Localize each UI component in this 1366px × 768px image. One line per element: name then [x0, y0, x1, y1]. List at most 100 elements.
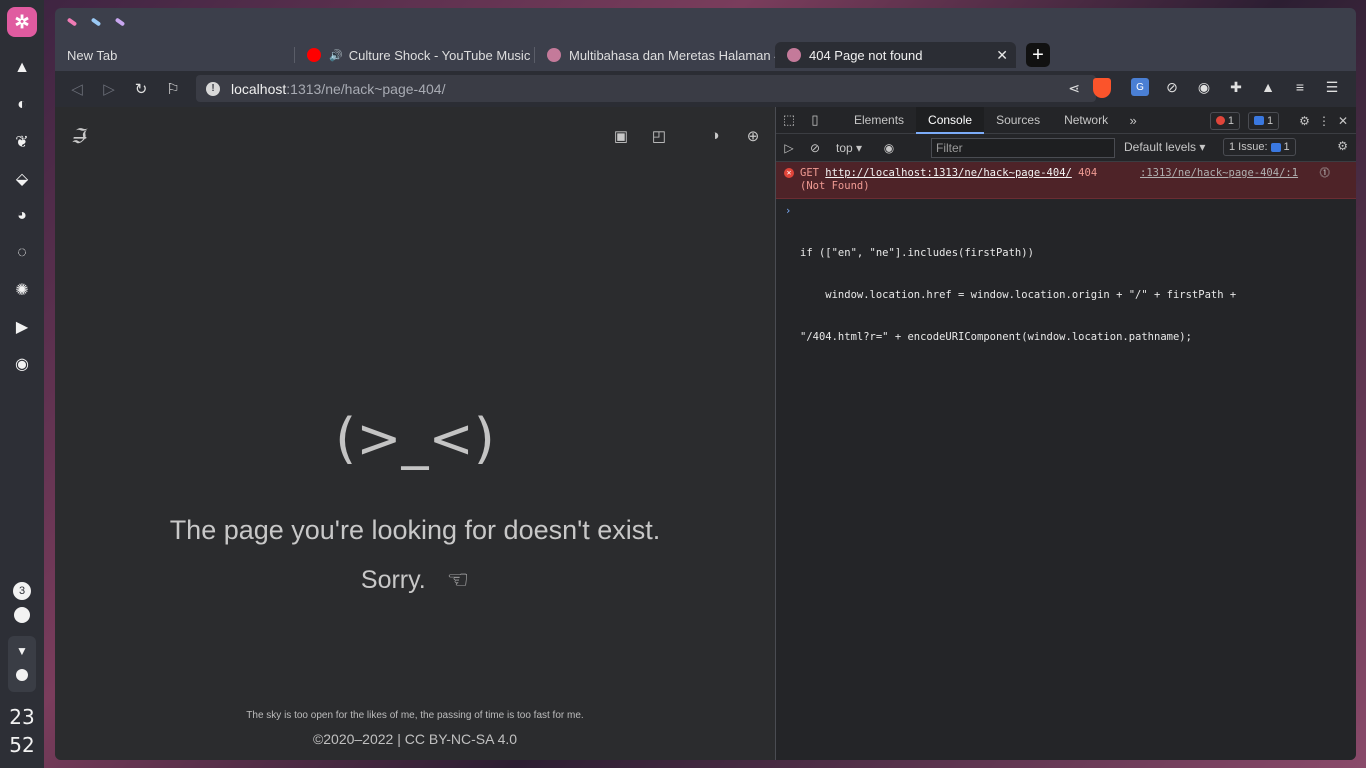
error-source-link[interactable]: :1313/ne/hack~page-404/:1 — [1140, 167, 1298, 180]
toggle-icon[interactable]: ◐ — [11, 94, 33, 116]
aperture-icon[interactable]: ✺ — [11, 279, 33, 301]
volume-icon[interactable] — [16, 669, 28, 681]
wifi-icon[interactable]: ▼ — [8, 644, 36, 658]
new-tab-button[interactable]: + — [1026, 43, 1050, 67]
console-settings-icon[interactable]: ⚙ — [1337, 139, 1348, 153]
theme-toggle-icon[interactable]: ◑ — [707, 127, 723, 145]
close-tab-icon[interactable]: ✕ — [996, 47, 1008, 64]
tab-network[interactable]: Network — [1052, 107, 1120, 134]
forward-icon[interactable]: ▷ — [93, 80, 125, 98]
error-status: 404 — [1078, 167, 1098, 179]
back-icon[interactable]: ◁ — [61, 80, 93, 98]
reload-icon[interactable]: ↻ — [125, 80, 157, 98]
maximize-window-icon[interactable] — [114, 17, 126, 27]
site-favicon-icon — [787, 48, 801, 62]
tab-youtube-music[interactable]: 🔊 Culture Shock - YouTube Music — [295, 42, 535, 68]
error-method: GET — [800, 167, 819, 179]
issues-button[interactable]: 1 Issue: 1 — [1223, 138, 1296, 156]
play-icon[interactable]: ▶ — [11, 316, 33, 338]
refresh-circle-icon[interactable]: ◌ — [11, 242, 33, 264]
tab-console[interactable]: Console — [916, 106, 985, 134]
tab-elements[interactable]: Elements — [842, 107, 916, 134]
flask-icon[interactable]: ▲ — [1259, 78, 1277, 96]
prompt-chevron-icon: › — [785, 205, 792, 217]
error-status-text: (Not Found) — [800, 180, 870, 192]
brave-shields-icon[interactable] — [1093, 78, 1111, 98]
console-toolbar: ▷ ⊘ top ▾ ◉ Filter Default levels ▾ 1 Is… — [776, 134, 1356, 162]
site-logo-icon[interactable]: ℑ̶ — [71, 124, 85, 149]
eye-icon[interactable]: ◉ — [1195, 78, 1213, 96]
console-input[interactable]: › if (["en", "ne"].includes(firstPath)) … — [776, 199, 1356, 377]
speaker-icon[interactable]: 🔊 — [329, 49, 343, 62]
kebab-menu-icon[interactable]: ⋮ — [1318, 114, 1330, 128]
bookmark-icon[interactable]: ⚐ — [157, 80, 189, 98]
footer-copyright: ©2020–2022 | CC BY-NC-SA 4.0 — [312, 731, 518, 747]
tab-new-tab[interactable]: New Tab — [55, 42, 295, 68]
devtools-panel: ⬚ ▯ Elements Console Sources Network » 1… — [775, 106, 1356, 760]
menu-icon[interactable]: ☰ — [1323, 78, 1341, 96]
palette-icon[interactable]: ◕ — [11, 205, 33, 227]
code-line: if (["en", "ne"].includes(firstPath)) — [800, 247, 1034, 259]
translate-icon[interactable]: G — [1131, 78, 1149, 96]
drop-icon[interactable]: ⬙ — [11, 168, 33, 190]
site-favicon-icon — [547, 48, 561, 62]
sidebar-toggle-icon[interactable]: ▷ — [776, 141, 802, 155]
close-devtools-icon[interactable]: ✕ — [1338, 114, 1348, 128]
tab-title: 404 Page not found — [809, 47, 923, 63]
tab-multibahasa[interactable]: Multibahasa dan Meretas Halaman 404 — [535, 42, 775, 68]
clock-minute: 52 — [9, 733, 35, 757]
address-bar[interactable]: ! localhost:1313/ne/hack~page-404/ ⋖ — [196, 75, 1096, 102]
message-count-badge[interactable]: 1 — [1248, 111, 1280, 130]
tab-sources[interactable]: Sources — [984, 107, 1052, 134]
youtube-music-icon — [307, 48, 321, 62]
minimize-window-icon[interactable] — [90, 17, 102, 27]
window-controls — [66, 17, 126, 27]
devtools-tabs: ⬚ ▯ Elements Console Sources Network » 1… — [776, 106, 1356, 134]
workspace-badge[interactable]: 3 — [13, 582, 31, 600]
tab-title: New Tab — [67, 47, 118, 63]
url-text[interactable]: localhost:1313/ne/hack~page-404/ — [231, 81, 445, 97]
leaf-icon[interactable]: ❦ — [11, 131, 33, 153]
playlist-icon[interactable]: ≡ — [1291, 78, 1309, 96]
error-url-link[interactable]: http://localhost:1313/ne/hack~page-404/ — [825, 167, 1072, 179]
blocker-icon[interactable]: ⊘ — [1163, 78, 1181, 96]
share-icon[interactable]: ⋖ — [1068, 80, 1080, 97]
language-globe-icon[interactable]: ⊕ — [745, 127, 761, 145]
more-tabs-icon[interactable]: » — [1120, 113, 1146, 128]
close-window-icon[interactable] — [66, 17, 78, 27]
clear-console-icon[interactable]: ⊘ — [802, 141, 828, 155]
device-toolbar-icon[interactable]: ▯ — [802, 112, 828, 128]
system-tray: ▼ — [8, 636, 36, 692]
site-header-icons: ▣ ◰ ◑ ⊕ — [613, 127, 761, 145]
status-dot-icon[interactable] — [14, 607, 30, 623]
live-expression-icon[interactable]: ◉ — [876, 141, 902, 155]
app-launcher-icon[interactable]: ✲ — [7, 7, 37, 37]
pointing-hand-icon: ☜ — [446, 566, 470, 594]
error-count-badge[interactable]: 1 — [1209, 111, 1241, 130]
chip-icon[interactable]: ▣ — [613, 127, 629, 145]
network-request-icon[interactable]: ⓵ — [1320, 167, 1331, 180]
puzzle-icon[interactable]: ✚ — [1227, 78, 1245, 96]
log-levels-dropdown[interactable]: Default levels ▾ — [1124, 140, 1205, 154]
site-info-icon[interactable]: ! — [206, 81, 220, 96]
tab-strip: New Tab 🔊 Culture Shock - YouTube Music … — [55, 8, 1356, 71]
tab-title: Multibahasa dan Meretas Halaman 404 — [569, 47, 775, 63]
mountain-icon[interactable]: ▲ — [11, 57, 33, 79]
error-icon: ✕ — [784, 168, 794, 178]
console-error-row: ✕ GET http://localhost:1313/ne/hack~page… — [776, 162, 1356, 199]
audio-icon[interactable]: ◉ — [11, 353, 33, 375]
settings-gear-icon[interactable]: ⚙ — [1299, 114, 1310, 128]
error-face: (>_<) — [335, 407, 495, 470]
sorry-text: Sorry. — [360, 566, 426, 594]
tab-404-page[interactable]: 404 Page not found ✕ — [775, 42, 1016, 68]
inspect-element-icon[interactable]: ⬚ — [776, 112, 802, 128]
rss-icon[interactable]: ◰ — [651, 127, 667, 145]
browser-window: New Tab 🔊 Culture Shock - YouTube Music … — [55, 8, 1356, 760]
system-dock: ✲ ▲ ◐ ❦ ⬙ ◕ ◌ ✺ ▶ ◉ 3 ▼ 23 52 — [0, 0, 44, 768]
context-selector[interactable]: top ▾ — [836, 141, 862, 155]
console-filter-input[interactable]: Filter — [931, 138, 1115, 158]
code-line: window.location.href = window.location.o… — [800, 289, 1237, 301]
tab-title: Culture Shock - YouTube Music — [348, 47, 531, 63]
page-viewport: ℑ̶ ▣ ◰ ◑ ⊕ (>_<) The page you're looking… — [55, 107, 775, 760]
browser-toolbar: ◁ ▷ ↻ ⚐ ! localhost:1313/ne/hack~page-40… — [55, 71, 1356, 107]
